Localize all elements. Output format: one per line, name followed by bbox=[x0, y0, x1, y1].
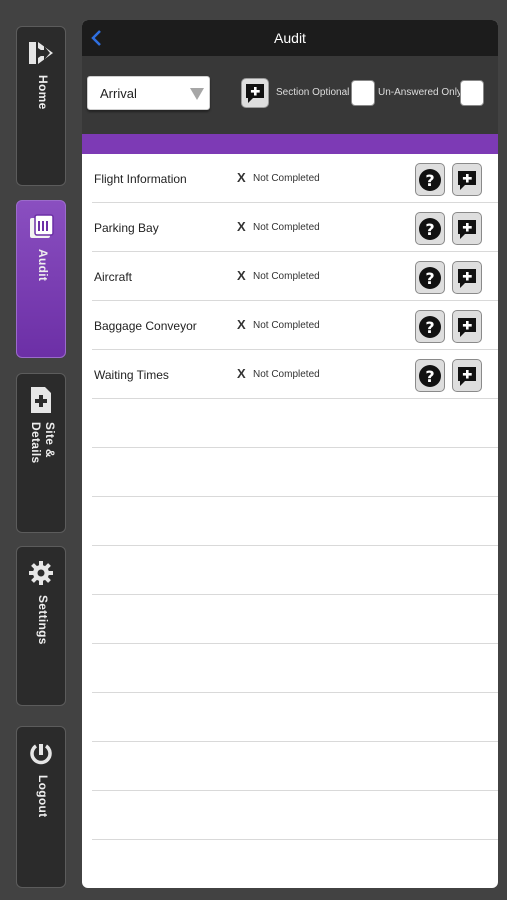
section-optional-label: Section Optional bbox=[276, 87, 350, 98]
help-button[interactable]: ? bbox=[415, 163, 445, 196]
sidebar-item-logout[interactable]: Logout bbox=[16, 726, 66, 888]
add-comment-button[interactable] bbox=[452, 212, 482, 245]
add-comment-icon bbox=[458, 219, 476, 239]
add-comment-icon bbox=[458, 366, 476, 386]
sidebar-item-label: Home bbox=[35, 75, 50, 110]
svg-text:?: ? bbox=[425, 318, 434, 337]
incomplete-x-icon: X bbox=[237, 219, 246, 234]
sidebar-item-label: Site & Details bbox=[29, 422, 57, 464]
sidebar-item-label: Audit bbox=[35, 249, 50, 282]
sidebar-item-settings[interactable]: Settings bbox=[16, 546, 66, 706]
audit-document-icon bbox=[17, 213, 65, 241]
toolbar: Arrival Section Optional Un-Answered Onl… bbox=[82, 56, 498, 154]
empty-row bbox=[82, 399, 498, 448]
caret-down-icon bbox=[189, 87, 205, 106]
section-dropdown[interactable]: Arrival bbox=[87, 76, 210, 110]
status-text: Not Completed bbox=[253, 271, 320, 282]
sidebar-item-label: Settings bbox=[35, 595, 50, 645]
add-comment-button[interactable] bbox=[452, 310, 482, 343]
svg-text:?: ? bbox=[425, 171, 434, 190]
empty-row bbox=[82, 448, 498, 497]
svg-text:?: ? bbox=[425, 367, 434, 386]
add-comment-button[interactable] bbox=[452, 163, 482, 196]
add-comment-button[interactable] bbox=[241, 78, 269, 108]
help-button[interactable]: ? bbox=[415, 261, 445, 294]
list-item[interactable]: Parking Bay X Not Completed ? bbox=[82, 203, 498, 252]
dropdown-value: Arrival bbox=[100, 86, 137, 101]
empty-row bbox=[82, 742, 498, 791]
section-list: Flight Information X Not Completed ? Par… bbox=[82, 154, 498, 840]
status-text: Not Completed bbox=[253, 222, 320, 233]
empty-row bbox=[82, 644, 498, 693]
sidebar-item-label: Logout bbox=[35, 775, 50, 818]
power-icon bbox=[17, 739, 65, 767]
incomplete-x-icon: X bbox=[237, 268, 246, 283]
section-optional-checkbox[interactable] bbox=[351, 80, 375, 106]
question-icon: ? bbox=[419, 364, 441, 387]
gear-icon bbox=[17, 559, 65, 587]
section-name: Aircraft bbox=[94, 270, 133, 284]
list-item[interactable]: Waiting Times X Not Completed ? bbox=[82, 350, 498, 399]
home-arrow-icon bbox=[17, 39, 65, 67]
question-icon: ? bbox=[419, 217, 441, 240]
incomplete-x-icon: X bbox=[237, 317, 246, 332]
help-button[interactable]: ? bbox=[415, 212, 445, 245]
incomplete-x-icon: X bbox=[237, 170, 246, 185]
unanswered-only-checkbox[interactable] bbox=[460, 80, 484, 106]
list-item[interactable]: Aircraft X Not Completed ? bbox=[82, 252, 498, 301]
add-comment-icon bbox=[458, 317, 476, 337]
site-details-icon bbox=[17, 386, 65, 414]
section-name: Flight Information bbox=[94, 172, 187, 186]
status-text: Not Completed bbox=[253, 173, 320, 184]
status-text: Not Completed bbox=[253, 369, 320, 380]
section-name: Baggage Conveyor bbox=[94, 319, 197, 333]
question-icon: ? bbox=[419, 315, 441, 338]
title-bar: Audit bbox=[82, 20, 498, 56]
list-item[interactable]: Baggage Conveyor X Not Completed ? bbox=[82, 301, 498, 350]
unanswered-only-label: Un-Answered Only bbox=[378, 87, 462, 98]
section-header-bar bbox=[82, 134, 498, 154]
section-name: Waiting Times bbox=[94, 368, 169, 382]
empty-row bbox=[82, 791, 498, 840]
empty-row bbox=[82, 595, 498, 644]
empty-row bbox=[82, 546, 498, 595]
audit-panel: Audit Arrival Section Optional Un-Answer… bbox=[82, 20, 498, 888]
help-button[interactable]: ? bbox=[415, 359, 445, 392]
empty-row bbox=[82, 693, 498, 742]
status-text: Not Completed bbox=[253, 320, 320, 331]
list-item[interactable]: Flight Information X Not Completed ? bbox=[82, 154, 498, 203]
add-comment-icon bbox=[458, 268, 476, 288]
sidebar-item-site-details[interactable]: Site & Details bbox=[16, 373, 66, 533]
add-comment-button[interactable] bbox=[452, 261, 482, 294]
page-title: Audit bbox=[274, 30, 306, 46]
add-comment-icon bbox=[458, 170, 476, 190]
add-comment-button[interactable] bbox=[452, 359, 482, 392]
section-name: Parking Bay bbox=[94, 221, 159, 235]
svg-text:?: ? bbox=[425, 220, 434, 239]
empty-row bbox=[82, 497, 498, 546]
add-comment-icon bbox=[246, 84, 264, 103]
help-button[interactable]: ? bbox=[415, 310, 445, 343]
sidebar-item-audit[interactable]: Audit bbox=[16, 200, 66, 358]
question-icon: ? bbox=[419, 168, 441, 191]
incomplete-x-icon: X bbox=[237, 366, 246, 381]
svg-text:?: ? bbox=[425, 269, 434, 288]
question-icon: ? bbox=[419, 266, 441, 289]
sidebar-item-home[interactable]: Home bbox=[16, 26, 66, 186]
